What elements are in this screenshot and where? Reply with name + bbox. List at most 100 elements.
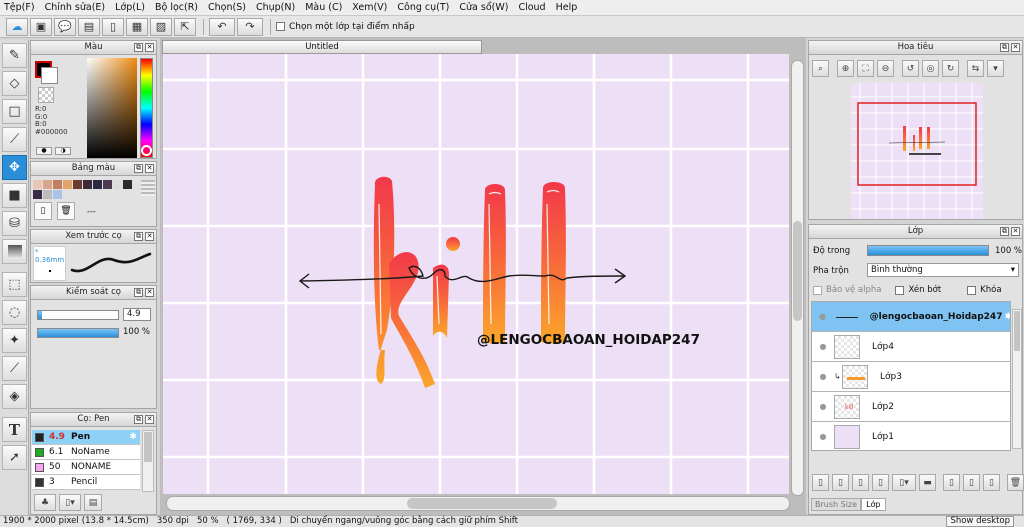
- zoom-in-button[interactable]: ⊕: [837, 60, 854, 77]
- operation-tool[interactable]: ➚: [2, 445, 27, 470]
- layer-down-button[interactable]: ▯: [963, 474, 980, 491]
- cloud-sync-button[interactable]: ☁: [6, 17, 28, 36]
- comment-button[interactable]: 💬: [54, 17, 76, 36]
- palette-swatch[interactable]: [53, 190, 62, 199]
- delete-layer-button[interactable]: 🗑: [1007, 474, 1024, 491]
- reset-rotation-button[interactable]: ◎: [922, 60, 939, 77]
- panel-dock-icon[interactable]: ⧉: [1000, 227, 1009, 236]
- add-layer-dropdown-button[interactable]: ▯▾: [892, 474, 916, 491]
- artwork-canvas[interactable]: @LENGOCBAOAN_HOIDAP247: [163, 54, 789, 494]
- brush-shape-button[interactable]: ♣: [34, 494, 56, 511]
- brush-tool[interactable]: ✎: [2, 43, 27, 68]
- palette-swatch[interactable]: [103, 180, 112, 189]
- message-button[interactable]: ▤: [78, 17, 100, 36]
- close-icon[interactable]: ✕: [1011, 43, 1020, 52]
- palette-swatch[interactable]: [113, 180, 122, 189]
- menu-tools[interactable]: Công cụ(T): [397, 2, 449, 13]
- palette-swatch[interactable]: [43, 180, 52, 189]
- new-layer-folder-button[interactable]: ▯: [832, 474, 849, 491]
- panel-dock-icon[interactable]: ⧉: [134, 232, 143, 241]
- document-tab[interactable]: Untitled: [162, 40, 482, 54]
- visibility-dot-icon[interactable]: ●: [812, 312, 833, 321]
- select-pen-tool[interactable]: ⟋: [2, 356, 27, 381]
- canvas-horizontal-scrollbar[interactable]: [166, 496, 790, 511]
- palette-swatch[interactable]: [73, 180, 82, 189]
- panel-dock-icon[interactable]: ⧉: [134, 43, 143, 52]
- new-layer-button[interactable]: ▯: [812, 474, 829, 491]
- layer-opacity-slider[interactable]: [867, 245, 989, 256]
- visibility-dot-icon[interactable]: ●: [812, 432, 834, 441]
- sub-color-swatch[interactable]: [41, 67, 58, 84]
- panel-dock-icon[interactable]: ⧉: [134, 415, 143, 424]
- blend-mode-select[interactable]: Bình thường ▾: [867, 263, 1019, 277]
- save-button[interactable]: ▣: [30, 17, 52, 36]
- brush-size-slider[interactable]: [37, 310, 119, 320]
- close-icon[interactable]: ✕: [1011, 227, 1020, 236]
- export-button[interactable]: ⇱: [174, 17, 196, 36]
- hue-handle[interactable]: [141, 145, 152, 156]
- navigator-options-button[interactable]: ▾: [987, 60, 1004, 77]
- gradient-tool[interactable]: [2, 239, 27, 264]
- text-tool[interactable]: T: [2, 417, 27, 442]
- palette-swatch[interactable]: [33, 180, 42, 189]
- menu-capture[interactable]: Chụp(N): [256, 2, 295, 13]
- palette-swatch[interactable]: [53, 180, 62, 189]
- menu-help[interactable]: Help: [556, 2, 578, 13]
- flip-button[interactable]: ⇆: [967, 60, 984, 77]
- gear-icon[interactable]: ✱: [129, 432, 137, 442]
- merge-layer-button[interactable]: ▯: [872, 474, 889, 491]
- protect-alpha-checkbox[interactable]: [813, 285, 822, 295]
- zoom-fit-button[interactable]: ⌕: [812, 60, 829, 77]
- clear-layer-button[interactable]: ▯: [943, 474, 960, 491]
- clipping-checkbox[interactable]: [895, 285, 905, 295]
- navigator-preview[interactable]: [851, 83, 983, 219]
- lock-checkbox[interactable]: [967, 285, 977, 295]
- scroll-thumb[interactable]: [144, 432, 152, 462]
- document-button[interactable]: ▯: [102, 17, 124, 36]
- saturation-value-picker[interactable]: [87, 58, 137, 158]
- pen-line-tool[interactable]: ⟋: [2, 127, 27, 152]
- fit-window-button[interactable]: ⛶: [857, 60, 874, 77]
- brush-opacity-slider[interactable]: [37, 328, 119, 338]
- folder-button[interactable]: ▬: [919, 474, 936, 491]
- menu-color[interactable]: Màu (C): [305, 2, 342, 13]
- gear-icon[interactable]: ✱: [1004, 312, 1010, 322]
- palette-swatch[interactable]: [43, 190, 52, 199]
- menu-select[interactable]: Chọn(S): [208, 2, 246, 13]
- copy-layer-button[interactable]: ▯: [852, 474, 869, 491]
- magic-wand-tool[interactable]: ✦: [2, 328, 27, 353]
- select-tool[interactable]: ⬚: [2, 272, 27, 297]
- canvas-vertical-scrollbar[interactable]: [791, 60, 804, 496]
- close-icon[interactable]: ✕: [145, 232, 154, 241]
- palette-swatch[interactable]: [93, 180, 102, 189]
- menu-filter[interactable]: Bộ lọc(R): [155, 2, 198, 13]
- menu-layer[interactable]: Lớp(L): [115, 2, 145, 13]
- palette-swatch[interactable]: [63, 180, 72, 189]
- select-eraser-tool[interactable]: ◈: [2, 384, 27, 409]
- menu-cloud[interactable]: Cloud: [518, 2, 545, 13]
- close-icon[interactable]: ✕: [145, 415, 154, 424]
- tab-brush-size[interactable]: Brush Size: [811, 498, 862, 511]
- color-mode-button[interactable]: ●: [36, 147, 52, 155]
- rotate-left-button[interactable]: ↺: [902, 60, 919, 77]
- layer-item-text[interactable]: ● @lengocbaoan_Hoidap247✱: [812, 302, 1010, 332]
- panel-dock-icon[interactable]: ⧉: [134, 288, 143, 297]
- palette-swatch[interactable]: [123, 180, 132, 189]
- eraser-tool[interactable]: ◇: [2, 71, 27, 96]
- layer-item-lop4[interactable]: ● Lớp4: [812, 332, 1010, 362]
- layer-item-lop2[interactable]: ● kill Lớp2: [812, 392, 1010, 422]
- brush-list-scrollbar[interactable]: [142, 430, 154, 492]
- layer-properties-button[interactable]: ▦: [126, 17, 148, 36]
- scroll-thumb[interactable]: [1014, 311, 1020, 351]
- layer-item-lop1[interactable]: ● Lớp1: [812, 422, 1010, 450]
- brush-settings-button[interactable]: ▤: [84, 494, 102, 511]
- panel-dock-icon[interactable]: ⧉: [1000, 43, 1009, 52]
- color-wheel-button[interactable]: ◑: [55, 147, 71, 155]
- brush-item-pen[interactable]: 4.9 Pen ✱: [32, 430, 140, 445]
- brush-item-noname-2[interactable]: 50 NONAME: [32, 460, 140, 475]
- layer-item-lop3[interactable]: ● ↳ Lớp3: [812, 362, 1010, 392]
- delete-palette-button[interactable]: 🗑: [57, 202, 75, 220]
- move-tool[interactable]: ✥: [2, 155, 27, 180]
- hue-slider[interactable]: [140, 58, 153, 158]
- transparent-swatch[interactable]: [38, 87, 54, 103]
